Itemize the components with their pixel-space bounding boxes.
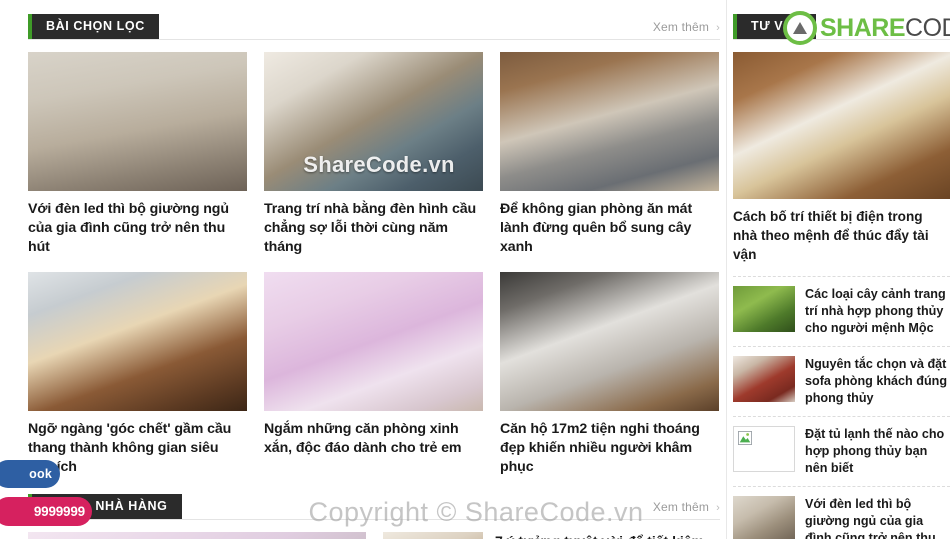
featured-grid-row-1: Với đèn led thì bộ giường ngủ của gia đì… [28,52,720,257]
article-title: Để không gian phòng ăn mát lành đừng quê… [500,201,693,255]
article-card[interactable]: Trang trí nhà bằng đèn hình cầu chẳng sợ… [264,52,483,257]
list-item[interactable]: Đặt tủ lạnh thế nào cho hợp phong thủy b… [733,417,950,487]
phone-float-button[interactable]: 9999999 [0,497,92,526]
cafe-article-card[interactable]: 7 ý tưởng tuyệt vời để tiết kiệm không g… [383,532,720,539]
cafe-article-title: 7 ý tưởng tuyệt vời để tiết kiệm không g… [495,532,720,539]
featured-section-title: BÀI CHỌN LỌC [28,14,159,39]
featured-see-more-label: Xem thêm [652,20,710,34]
apartment-17m2-thumb[interactable] [500,272,719,411]
understair-thumb[interactable] [28,272,247,411]
dining-globe-lamp-thumb[interactable] [264,52,483,191]
featured-see-more-link[interactable]: Xem thêm › [653,20,720,34]
cafe-see-more-link[interactable]: Xem thêm › [653,500,720,514]
kitchen-wood-thumb[interactable] [733,52,950,199]
sidebar-item-title: Đặt tủ lạnh thế nào cho hợp phong thủy b… [805,427,945,475]
article-card[interactable]: Căn hộ 17m2 tiện nghi thoáng đẹp khiến n… [500,272,719,477]
sidebar-section-header: TƯ VẤN [733,14,950,40]
kids-room-thumb[interactable] [264,272,483,411]
sidebar-item-title: Các loại cây cảnh trang trí nhà hợp phon… [805,287,946,335]
sidebar-article-list: Các loại cây cảnh trang trí nhà hợp phon… [733,276,950,539]
featured-section-header: BÀI CHỌN LỌC Xem thêm › [28,14,720,40]
article-card[interactable]: Với đèn led thì bộ giường ngủ của gia đì… [28,52,247,257]
main-content-column: BÀI CHỌN LỌC Xem thêm › Với đèn led thì b… [0,0,720,539]
article-title: Ngắm những căn phòng xinh xắn, độc đáo d… [264,421,462,456]
list-item[interactable]: Nguyên tắc chọn và đặt sofa phòng khách … [733,347,950,417]
dining-green-thumb[interactable] [500,52,719,191]
article-card[interactable]: Để không gian phòng ăn mát lành đừng quê… [500,52,719,257]
article-card[interactable]: Ngỡ ngàng 'góc chết' gầm cầu thang thành… [28,272,247,477]
cafe-grid: 7 ý tưởng tuyệt vời để tiết kiệm không g… [28,532,720,539]
sidebar-item-title: Nguyên tắc chọn và đặt sofa phòng khách … [805,357,948,405]
cafe-section: CAFE - NHÀ HÀNG Xem thêm› 7 ý tưởng tuyệ… [28,494,720,539]
green-plant-thumb[interactable] [733,286,795,332]
chevron-right-icon: › [716,502,720,514]
sidebar-column: TƯ VẤN Cách bố trí thiết bị điện trong n… [733,0,950,539]
article-title: Trang trí nhà bằng đèn hình cầu chẳng sợ… [264,201,477,255]
fridge-thumb[interactable] [733,426,795,472]
floating-social-widgets: ook 9999999 [0,460,92,526]
sidebar-lead-title: Cách bố trí thiết bị điện trong nhà theo… [733,209,929,262]
chevron-right-icon: › [716,22,720,34]
article-title: Với đèn led thì bộ giường ngủ của gia đì… [28,201,229,255]
cafe-section-header: CAFE - NHÀ HÀNG Xem thêm › [28,494,720,520]
article-card[interactable]: Ngắm những căn phòng xinh xắn, độc đáo d… [264,272,483,477]
article-title: Căn hộ 17m2 tiện nghi thoáng đẹp khiến n… [500,421,700,475]
facebook-float-button[interactable]: ook [0,460,60,488]
cafe-see-more-label: Xem thêm [652,500,710,514]
article-listing-page: BÀI CHỌN LỌC Xem thêm › Với đèn led thì b… [0,0,950,539]
list-item[interactable]: Với đèn led thì bộ giường ngủ của gia đì… [733,487,950,539]
list-item[interactable]: Các loại cây cảnh trang trí nhà hợp phon… [733,276,950,347]
bedroom-led-thumb[interactable] [28,52,247,191]
small-apartment-thumb[interactable] [383,532,483,539]
bedroom-led-small-thumb[interactable] [733,496,795,539]
featured-grid-row-2: Ngỡ ngàng 'góc chết' gầm cầu thang thành… [28,272,720,477]
cafe-article-text: 7 ý tưởng tuyệt vời để tiết kiệm không g… [495,532,720,539]
sidebar-section-title: TƯ VẤN [733,14,817,39]
cafe-pink-room-thumb[interactable] [28,532,366,539]
column-divider [726,0,727,539]
sidebar-item-title: Với đèn led thì bộ giường ngủ của gia đì… [805,497,936,539]
red-sofa-thumb[interactable] [733,356,795,402]
broken-image-icon [738,431,752,445]
